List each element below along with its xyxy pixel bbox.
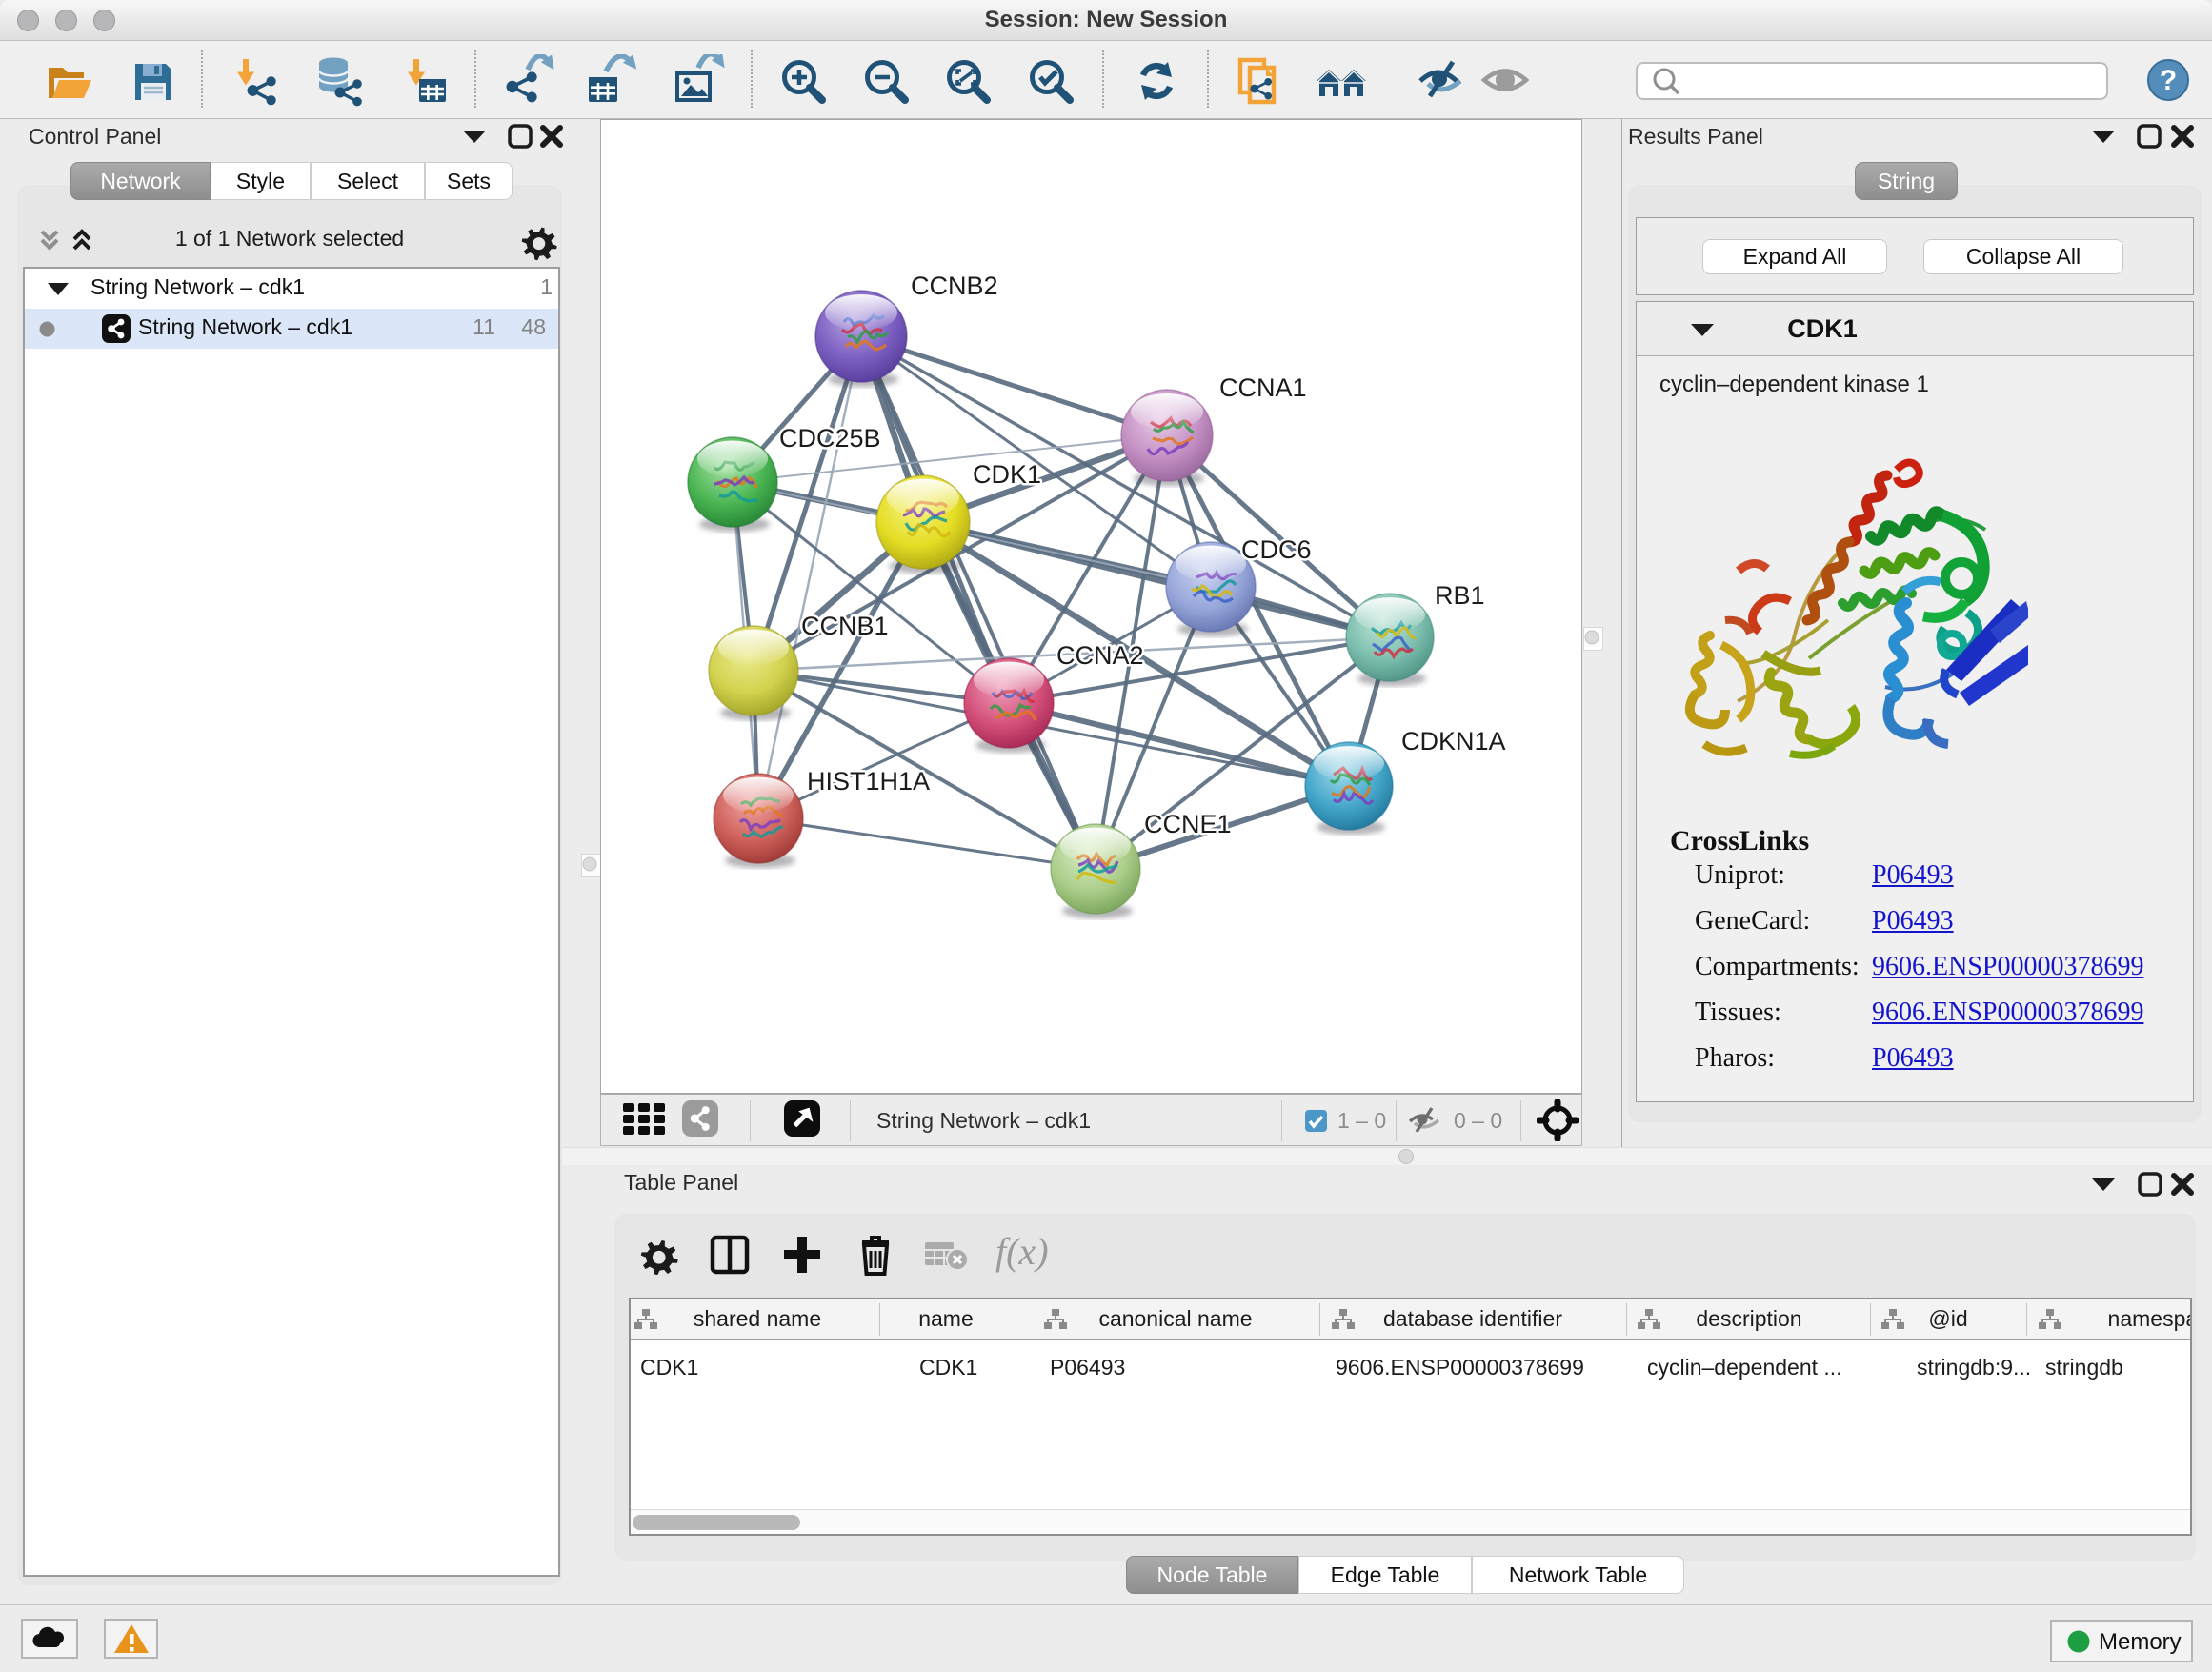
svg-text:CCNB1: CCNB1	[801, 612, 889, 640]
svg-text:CDKN1A: CDKN1A	[1401, 727, 1506, 755]
svg-text:CCNB2: CCNB2	[911, 272, 998, 300]
svg-text:CDC6: CDC6	[1241, 535, 1312, 564]
svg-text:CCNE1: CCNE1	[1144, 810, 1232, 838]
svg-text:HIST1H1A: HIST1H1A	[807, 767, 930, 796]
svg-text:CCNA2: CCNA2	[1056, 641, 1144, 670]
svg-text:CCNA1: CCNA1	[1219, 373, 1307, 402]
svg-text:CDC25B: CDC25B	[779, 424, 881, 453]
svg-text:?: ?	[2160, 65, 2177, 96]
svg-text:CDK1: CDK1	[973, 460, 1041, 489]
svg-text:RB1: RB1	[1435, 581, 1485, 610]
